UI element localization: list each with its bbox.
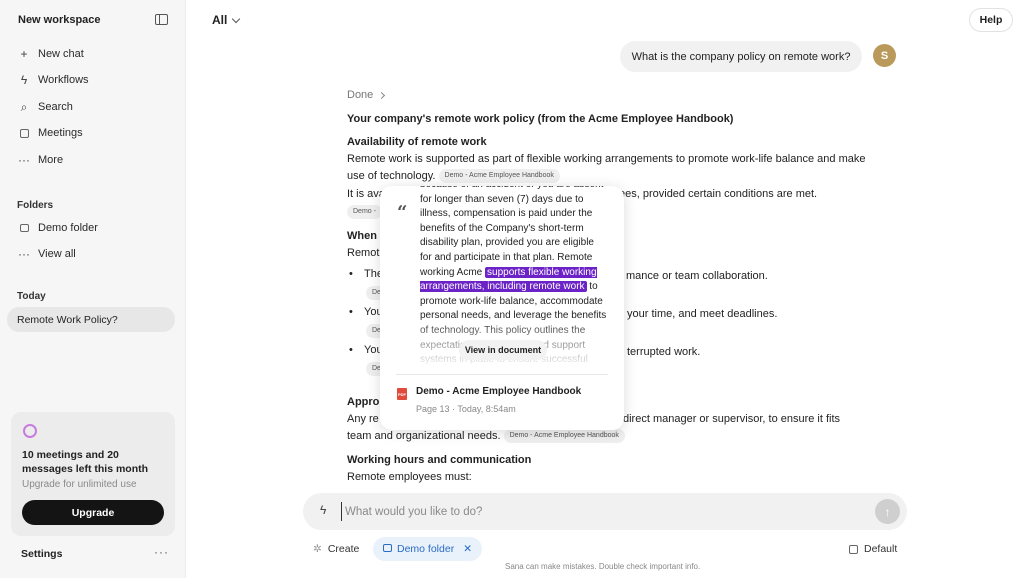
close-icon[interactable]: ✕ (463, 543, 472, 555)
response-text-line: use of technology. Demo - Acme Employee … (347, 168, 560, 185)
history-item-remote-work[interactable]: Remote Work Policy? (7, 307, 175, 332)
workspace-title[interactable]: New workspace (18, 14, 101, 26)
sidebar-item-label: Meetings (38, 127, 83, 139)
response-text: terrupted work. (627, 346, 701, 358)
list-item: The (349, 268, 383, 280)
response-text: ees, provided certain conditions are met… (619, 188, 818, 200)
sidebar-toggle-icon[interactable] (155, 14, 168, 25)
bolt-icon: ϟ (20, 73, 28, 87)
list-item: You (349, 306, 383, 318)
folder-chip-label: Demo folder (397, 543, 455, 555)
filter-label: All (212, 13, 228, 27)
citation-chip[interactable]: Demo - Acme Employee Handbook (438, 169, 560, 184)
response-text: Remote work is supported as part of flex… (347, 153, 866, 165)
response-text: Remote employees must: (347, 471, 472, 483)
sidebar-item-more[interactable]: ··· More (18, 151, 63, 169)
response-text: direct manager or supervisor, to ensure … (623, 413, 841, 425)
quote-text: because of an accident or you are absent… (420, 186, 603, 278)
sidebar-item-meetings[interactable]: Meetings (18, 124, 83, 142)
status-label: Done (347, 89, 374, 101)
citation-chip[interactable]: Demo - (347, 205, 382, 220)
document-meta: Page 13 · Today, 8:54am (416, 404, 516, 414)
response-heading: Your company's remote work policy (from … (347, 113, 734, 125)
usage-ring-icon (23, 424, 37, 438)
settings-more-icon[interactable]: ··· (154, 545, 169, 559)
search-icon: ⌕ (20, 99, 28, 114)
response-text-line: team and organizational needs. Demo - Ac… (347, 428, 625, 445)
user-message: What is the company policy on remote wor… (620, 41, 862, 72)
response-text: mance or team collaboration. (626, 270, 768, 282)
more-icon: ··· (18, 153, 30, 167)
sidebar-item-label: More (38, 154, 64, 166)
filter-dropdown[interactable]: All (212, 13, 241, 27)
sidebar-item-workflows[interactable]: ϟ Workflows (18, 71, 89, 89)
upgrade-button[interactable]: Upgrade (22, 500, 164, 525)
folders-heading: Folders (17, 200, 54, 211)
chevron-right-icon (378, 91, 386, 99)
sidebar-item-label: New chat (38, 48, 84, 60)
view-in-document-button[interactable]: View in document (459, 340, 547, 360)
usage-subtitle: Upgrade for unlimited use (22, 479, 137, 490)
today-heading: Today (17, 291, 46, 302)
model-icon (849, 544, 858, 554)
response-text: your time, and meet deadlines. (627, 308, 778, 320)
folder-icon (18, 222, 30, 234)
status-done[interactable]: Done (347, 89, 386, 101)
citation-popover: “ because of an accident or you are abse… (380, 186, 624, 430)
sidebar-item-label: Search (38, 101, 73, 113)
help-button[interactable]: Help (969, 8, 1013, 32)
citation-row: Demo - (347, 204, 382, 221)
more-icon: ··· (18, 247, 30, 261)
list-item: You (349, 344, 383, 356)
quote-icon: “ (397, 202, 408, 223)
sidebar-item-label: Demo folder (38, 222, 98, 234)
document-title[interactable]: Demo - Acme Employee Handbook (416, 386, 581, 397)
bolt-icon[interactable]: ϟ (320, 503, 326, 517)
sidebar-item-label: View all (38, 248, 76, 260)
sidebar-item-label: Workflows (38, 74, 89, 86)
arrow-up-icon: ↑ (884, 504, 891, 519)
composer: ϟ ↑ (303, 493, 907, 530)
plus-icon: + (20, 47, 28, 61)
folder-icon (383, 543, 392, 555)
sidebar-item-search[interactable]: ⌕ Search (18, 98, 73, 116)
model-selector[interactable]: Default (849, 543, 897, 555)
section-title: Availability of remote work (347, 136, 487, 148)
create-label: Create (327, 543, 360, 555)
chevron-down-icon (232, 14, 241, 23)
calendar-icon (18, 127, 30, 139)
divider (396, 374, 608, 375)
sparkle-icon: ✲ (313, 543, 322, 555)
sidebar-item-new-chat[interactable]: + New chat (18, 45, 84, 63)
usage-title: 10 meetings and 20 messages left this mo… (22, 449, 149, 475)
citation-chip[interactable]: Demo - Acme Employee Handbook (503, 429, 625, 444)
sidebar-item-demo-folder[interactable]: Demo folder (18, 219, 98, 237)
section-title: Working hours and communication (347, 454, 532, 466)
folder-chip[interactable]: Demo folder ✕ (373, 537, 483, 561)
response-text: use of technology. (347, 170, 436, 182)
model-label: Default (864, 543, 898, 555)
response-text: team and organizational needs. (347, 430, 501, 442)
settings-link[interactable]: Settings (21, 548, 62, 560)
usage-card: 10 meetings and 20 messages left this mo… (11, 412, 175, 536)
sidebar-item-view-all[interactable]: ··· View all (18, 245, 76, 263)
pdf-icon: PDF (397, 388, 407, 400)
create-button[interactable]: ✲ Create (313, 543, 359, 555)
send-button[interactable]: ↑ (875, 499, 900, 524)
prompt-input[interactable] (341, 502, 861, 521)
disclaimer: Sana can make mistakes. Double check imp… (505, 562, 701, 571)
avatar[interactable]: S (873, 44, 896, 67)
sidebar: New workspace + New chat ϟ Workflows ⌕ S… (0, 0, 186, 578)
